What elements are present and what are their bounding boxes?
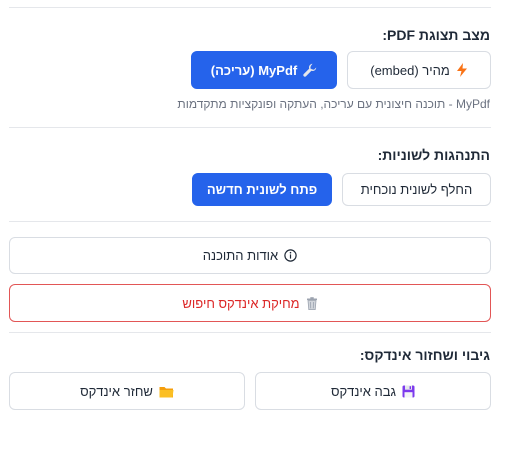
section-divider — [9, 221, 491, 222]
floppy-disk-icon — [402, 385, 415, 398]
restore-index-label: שחזר אינדקס — [80, 383, 153, 399]
replace-current-tab-button[interactable]: החלף לשונית נוכחית — [342, 173, 491, 206]
mypdf-edit-button[interactable]: MyPdf (עריכה) — [191, 51, 337, 89]
folder-icon — [159, 385, 174, 398]
backup-restore-title: גיבוי ושחזור אינדקס: — [359, 347, 490, 363]
lightning-icon — [456, 63, 468, 77]
pdf-mode-title: מצב תצוגת PDF: — [382, 27, 490, 43]
trash-icon — [306, 296, 318, 310]
about-label: אודות התוכנה — [202, 248, 279, 263]
backup-index-button[interactable]: גבה אינדקס — [255, 372, 491, 410]
section-divider — [9, 332, 491, 333]
delete-search-index-label: מחיקת אינדקס חיפוש — [182, 295, 300, 311]
tab-behavior-title: התנהגות לשוניות: — [377, 147, 490, 163]
info-icon — [284, 249, 297, 262]
open-new-tab-button[interactable]: פתח לשונית חדשה — [192, 173, 332, 206]
fast-embed-button[interactable]: מהיר (embed) — [347, 51, 491, 89]
replace-current-tab-label: החלף לשונית נוכחית — [360, 182, 473, 197]
section-divider — [9, 127, 491, 128]
restore-index-button[interactable]: שחזר אינדקס — [9, 372, 245, 410]
delete-search-index-button[interactable]: מחיקת אינדקס חיפוש — [9, 284, 491, 322]
mypdf-edit-label: MyPdf (עריכה) — [210, 62, 298, 78]
top-divider — [9, 7, 491, 8]
backup-index-label: גבה אינדקס — [330, 383, 397, 399]
pdf-mode-description: MyPdf - תוכנה חיצונית עם עריכה, העתקה ופ… — [177, 97, 490, 111]
about-button[interactable]: אודות התוכנה — [9, 237, 491, 274]
fast-embed-label: מהיר (embed) — [370, 62, 450, 78]
wrench-icon — [303, 63, 317, 77]
open-new-tab-label: פתח לשונית חדשה — [206, 182, 318, 197]
